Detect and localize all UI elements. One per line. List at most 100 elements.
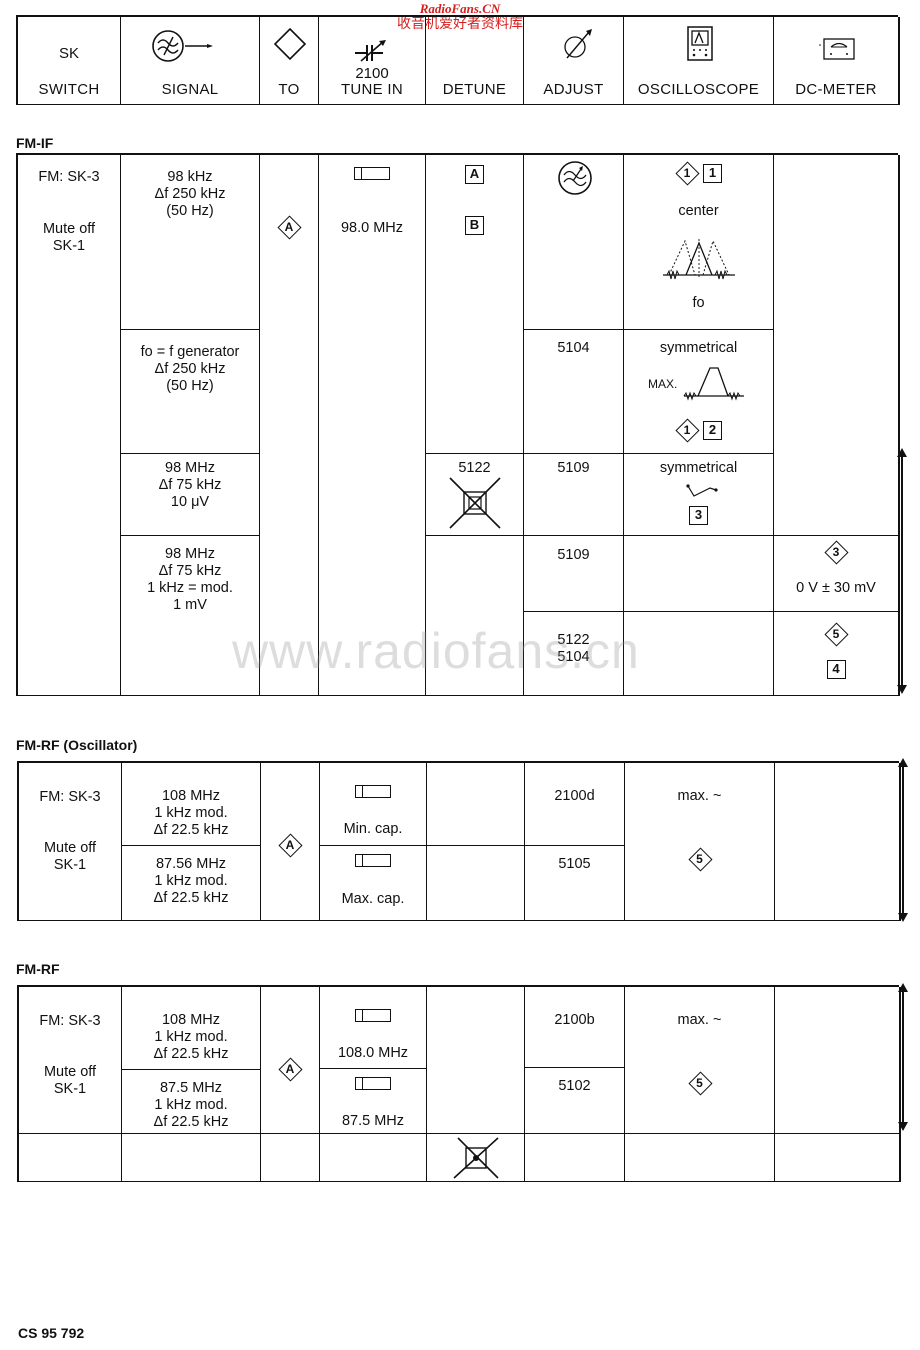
marker-diamond: 5 bbox=[688, 847, 712, 871]
switch-line3: SK-1 bbox=[52, 238, 86, 254]
signal-text: Δf 75 kHz bbox=[158, 563, 222, 579]
marker-box: 1 bbox=[703, 163, 723, 183]
rf-adjust-row2: 5102 bbox=[525, 1068, 625, 1134]
rf-scope: max. ~ 5 bbox=[625, 987, 775, 1134]
fm-rf-osc-table: FM: SK-3 Mute off SK-1 108 MHz 1 kHz mod… bbox=[17, 761, 901, 921]
header-detune-label: DETUNE bbox=[442, 81, 507, 98]
tune-value: 108.0 MHz bbox=[337, 1045, 409, 1061]
fm-if-dc-row4a: 3 0 V ± 30 mV bbox=[774, 536, 900, 612]
signal-text: Δf 75 kHz bbox=[158, 477, 222, 493]
fm-if-scope-row3: symmetrical 3 bbox=[624, 454, 774, 536]
signal-text: 98 MHz bbox=[165, 546, 215, 562]
fm-if-scope-row1: 1 1 center fo bbox=[624, 155, 774, 330]
tune-value: 98.0 MHz bbox=[340, 220, 404, 236]
marker-box: 4 bbox=[826, 660, 846, 679]
switch-line1: FM: SK-3 bbox=[39, 789, 101, 805]
fm-if-switch: FM: SK-3 Mute off SK-1 bbox=[18, 155, 121, 696]
fm-if-adjust-row3: 5109 bbox=[524, 454, 624, 536]
switch-line2: Mute off bbox=[43, 840, 97, 856]
fm-if-detune-top: A B bbox=[426, 155, 524, 454]
diamond-icon bbox=[273, 27, 307, 61]
signal-text: Δf 250 kHz bbox=[154, 186, 226, 202]
signal-text: Δf 22.5 kHz bbox=[153, 1114, 229, 1130]
signal-text: (50 Hz) bbox=[166, 203, 214, 219]
fm-if-signal-row3: 98 MHz Δf 75 kHz 10 μV bbox=[121, 454, 260, 536]
header-tune-top: 2100 bbox=[355, 65, 389, 82]
signal-text: fo = f generator bbox=[140, 344, 240, 360]
rf-bottom-adjust bbox=[525, 1134, 625, 1182]
header-table: SK SWITCH SIGNAL TO 2100 TUNE IN DETUNE … bbox=[16, 15, 900, 105]
rf-to: A bbox=[261, 987, 320, 1134]
signal-text: 87.56 MHz bbox=[155, 856, 227, 872]
signal-text: (50 Hz) bbox=[166, 378, 214, 394]
signal-text: 1 kHz mod. bbox=[154, 805, 228, 821]
signal-text: Δf 22.5 kHz bbox=[153, 890, 229, 906]
osc-scope: max. ~ 5 bbox=[625, 763, 775, 921]
oscilloscope-icon bbox=[687, 26, 713, 61]
watermark-center: www.radiofans.cn bbox=[232, 623, 640, 679]
variable-capacitor-icon bbox=[355, 40, 386, 62]
fm-if-dc-row4b: 5 4 bbox=[774, 612, 900, 696]
header-to-label: TO bbox=[278, 81, 300, 98]
switch-line1: FM: SK-3 bbox=[38, 169, 100, 185]
detune-box-a: A bbox=[465, 165, 484, 184]
rf-bottom-to bbox=[261, 1134, 320, 1182]
signal-text: 1 kHz mod. bbox=[154, 873, 228, 889]
signal-text: 1 kHz mod. bbox=[154, 1029, 228, 1045]
osc-to: A bbox=[261, 763, 320, 921]
signal-text: 108 MHz bbox=[161, 1012, 221, 1028]
scope-text: max. ~ bbox=[677, 1012, 722, 1028]
fm-if-scope-row2: symmetrical MAX. 1 2 bbox=[624, 330, 774, 454]
adjust-value: 2100d bbox=[554, 788, 595, 804]
rf-tune-row1: 108.0 MHz bbox=[320, 987, 427, 1069]
signal-text: 87.5 MHz bbox=[159, 1080, 223, 1096]
tune-value: Max. cap. bbox=[341, 891, 405, 907]
fm-if-detune-5122: 5122 bbox=[426, 454, 524, 536]
switch-line3: SK-1 bbox=[53, 857, 87, 873]
adjust-value: 5109 bbox=[557, 460, 590, 476]
dc-meter-icon bbox=[819, 38, 855, 60]
signal-text: 108 MHz bbox=[161, 788, 221, 804]
fm-if-scope-row4b bbox=[624, 612, 774, 696]
wobbler-icon bbox=[558, 161, 592, 195]
signal-text: 1 kHz = mod. bbox=[147, 580, 233, 596]
fm-if-signal-row1: 98 kHz Δf 250 kHz (50 Hz) bbox=[121, 155, 260, 330]
signal-text: 98 MHz bbox=[165, 460, 215, 476]
signal-text: 10 μV bbox=[170, 494, 210, 510]
tuning-dial-icon bbox=[355, 854, 391, 867]
signal-generator-icon bbox=[152, 30, 213, 62]
tuning-dial-icon bbox=[355, 785, 391, 798]
tuning-dial-icon bbox=[355, 1009, 391, 1022]
section-title-fm-if: FM-IF bbox=[16, 135, 54, 151]
header-switch-top: SK bbox=[58, 45, 79, 62]
fm-if-table: FM: SK-3 Mute off SK-1 98 kHz Δf 250 kHz… bbox=[16, 153, 900, 696]
header-to: TO bbox=[260, 17, 319, 105]
adjust-value: 5102 bbox=[558, 1078, 591, 1094]
tune-value: Min. cap. bbox=[343, 821, 403, 837]
rf-dcmeter bbox=[775, 987, 901, 1134]
marker-diamond: 3 bbox=[824, 540, 848, 564]
signal-text: Δf 22.5 kHz bbox=[153, 1046, 229, 1062]
adjust-value: 5105 bbox=[558, 856, 591, 872]
header-signal-label: SIGNAL bbox=[161, 81, 219, 98]
scope-text: symmetrical bbox=[659, 460, 738, 476]
fm-if-adjust-row2: 5104 bbox=[524, 330, 624, 454]
fm-if-dc-top bbox=[774, 155, 900, 536]
adjust-value: 5104 bbox=[557, 340, 590, 356]
marker-box: 3 bbox=[689, 506, 708, 525]
osc-adjust-row1: 2100d bbox=[525, 763, 625, 846]
marker-diamond: 5 bbox=[688, 1071, 712, 1095]
header-tune-label: TUNE IN bbox=[340, 81, 404, 98]
osc-tune-row2: Max. cap. bbox=[320, 846, 427, 921]
scope-text: max. ~ bbox=[677, 788, 722, 804]
scope-text: symmetrical bbox=[659, 340, 738, 356]
test-point-diamond: A bbox=[277, 215, 301, 239]
s-curve-icon bbox=[686, 484, 718, 497]
section-title-fm-rf: FM-RF bbox=[16, 961, 60, 977]
adjust-value: 5109 bbox=[557, 547, 590, 563]
header-scope: OSCILLOSCOPE bbox=[624, 17, 774, 105]
marker-diamond: 1 bbox=[675, 418, 699, 442]
scope-text: center bbox=[678, 203, 719, 219]
curve-label: MAX. bbox=[648, 377, 678, 391]
osc-switch: FM: SK-3 Mute off SK-1 bbox=[19, 763, 122, 921]
